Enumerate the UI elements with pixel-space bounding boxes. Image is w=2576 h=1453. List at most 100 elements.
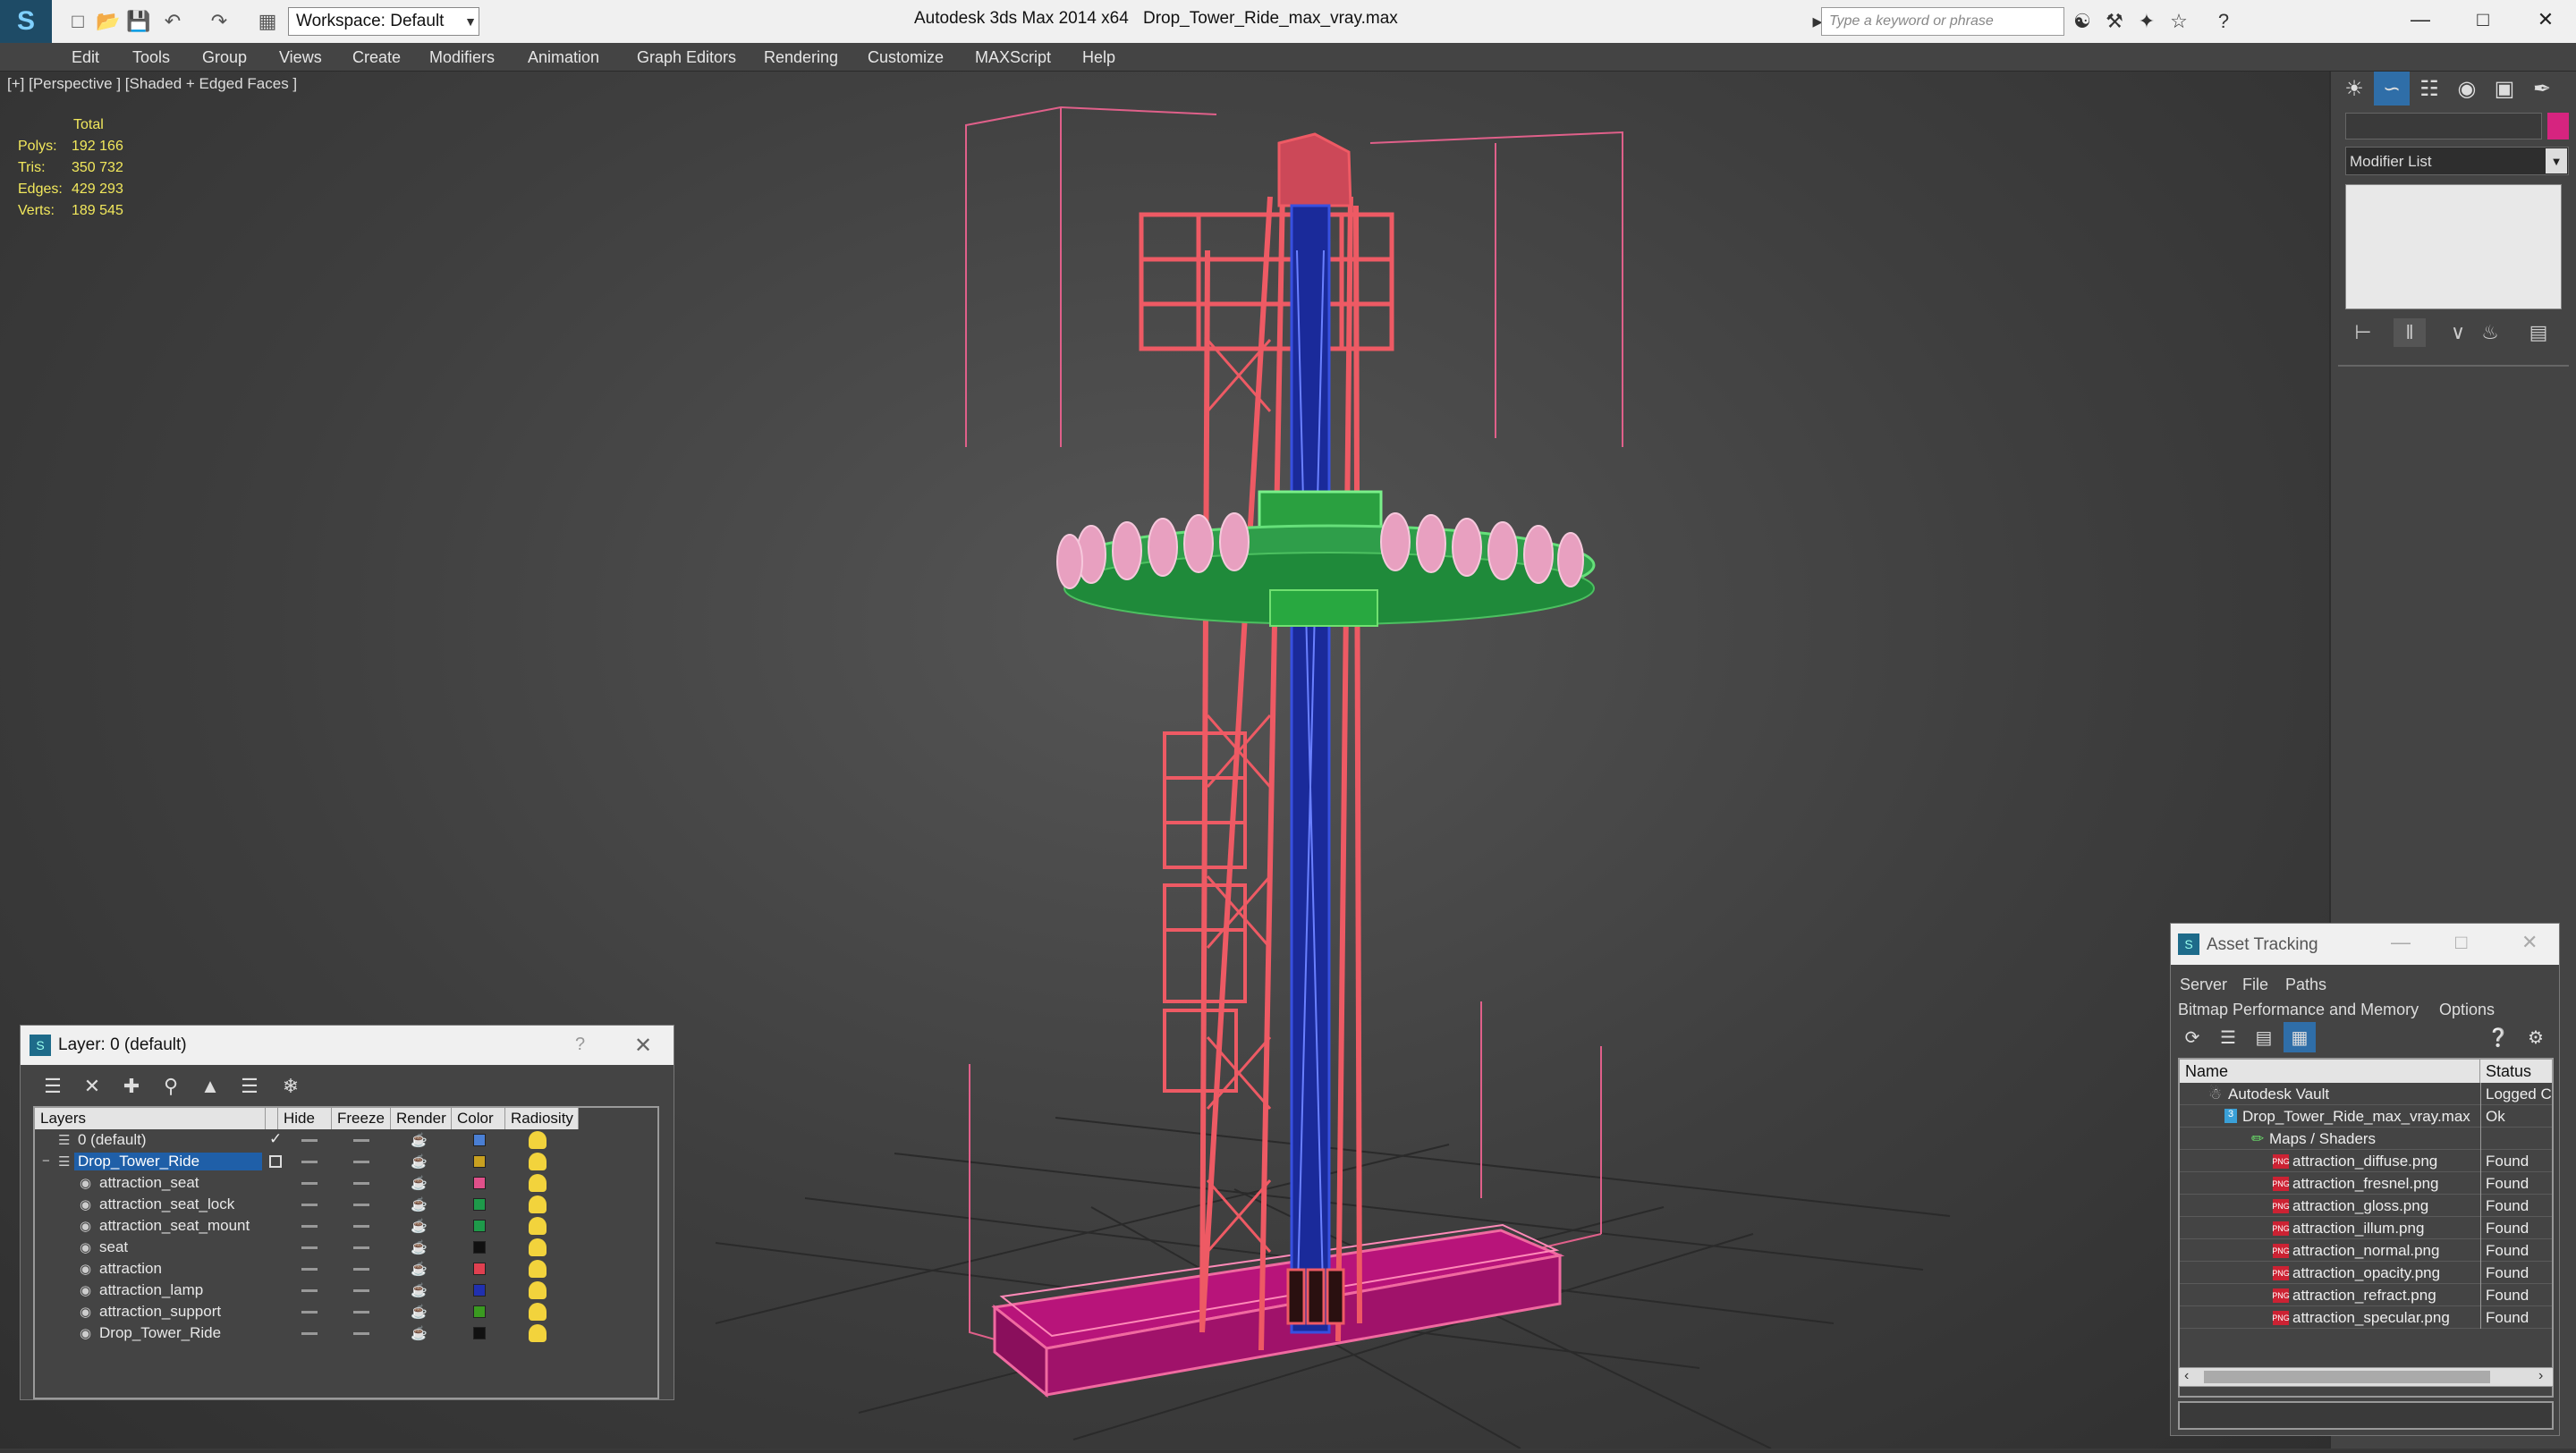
menu-group[interactable]: Group	[202, 48, 247, 67]
asset-row[interactable]: PNG attraction_specular.png Found	[2180, 1306, 2552, 1329]
radiosity-icon[interactable]	[529, 1153, 547, 1170]
menu-maxscript[interactable]: MAXScript	[975, 48, 1051, 67]
render-teapot-icon[interactable]: ☕	[411, 1196, 428, 1212]
object-row[interactable]: ◉ seat ☕	[35, 1237, 577, 1258]
scroll-left-icon[interactable]: ‹	[2184, 1368, 2189, 1384]
freeze-toggle[interactable]	[353, 1161, 369, 1163]
freeze-toggle[interactable]	[353, 1225, 369, 1228]
menu-views[interactable]: Views	[279, 48, 322, 67]
column-name[interactable]: Name	[2180, 1060, 2480, 1083]
menu-graph-editors[interactable]: Graph Editors	[637, 48, 736, 67]
project-folder-icon[interactable]: ▦	[252, 5, 283, 38]
favorites-star-icon[interactable]: ☆	[2163, 5, 2195, 38]
hide-toggle[interactable]	[301, 1225, 318, 1228]
save-file-icon[interactable]: 💾	[123, 5, 154, 38]
render-teapot-icon[interactable]: ☕	[411, 1304, 428, 1320]
freeze-toggle[interactable]	[353, 1139, 369, 1142]
radiosity-icon[interactable]	[529, 1174, 547, 1192]
hide-all-layers-icon[interactable]: ☰	[232, 1070, 267, 1102]
render-teapot-icon[interactable]: ☕	[411, 1132, 428, 1148]
hide-toggle[interactable]	[301, 1182, 318, 1185]
list-view-icon[interactable]: ☰	[2212, 1022, 2244, 1052]
scroll-thumb[interactable]	[2204, 1371, 2490, 1383]
menu-edit[interactable]: Edit	[72, 48, 99, 67]
hide-toggle[interactable]	[301, 1289, 318, 1292]
vault-help-icon[interactable]: ❔	[2482, 1022, 2514, 1052]
chevron-down-icon[interactable]: ▼	[462, 7, 479, 36]
chevron-down-icon[interactable]: ▼	[2546, 148, 2567, 173]
viewport-label[interactable]: [+] [Perspective ] [Shaded + Edged Faces…	[7, 75, 297, 93]
freeze-toggle[interactable]	[353, 1268, 369, 1271]
freeze-toggle[interactable]	[353, 1204, 369, 1206]
object-row[interactable]: ◉ attraction_seat_lock ☕	[35, 1194, 577, 1215]
motion-tab-icon[interactable]: ◉	[2449, 72, 2485, 106]
asset-window-titlebar[interactable]: S Asset Tracking — □ ✕	[2171, 924, 2559, 965]
hide-toggle[interactable]	[301, 1161, 318, 1163]
layer-color-swatch[interactable]	[473, 1220, 486, 1232]
radiosity-icon[interactable]	[529, 1195, 547, 1213]
new-file-icon[interactable]: □	[63, 5, 93, 38]
layer-row[interactable]: ☰ 0 (default) ✓ ☕	[35, 1129, 577, 1151]
freeze-toggle[interactable]	[353, 1182, 369, 1185]
asset-row[interactable]: 3 Drop_Tower_Ride_max_vray.max Ok	[2180, 1105, 2552, 1128]
object-row[interactable]: ◉ attraction_seat_mount ☕	[35, 1215, 577, 1237]
column-hide[interactable]: Hide	[278, 1108, 332, 1129]
object-row[interactable]: ◉ attraction_support ☕	[35, 1301, 577, 1322]
asset-row[interactable]: PNG attraction_diffuse.png Found	[2180, 1150, 2552, 1172]
minimize-icon[interactable]: —	[2391, 931, 2411, 954]
column-freeze[interactable]: Freeze	[332, 1108, 391, 1129]
hide-toggle[interactable]	[301, 1332, 318, 1335]
refresh-icon[interactable]: ⟳	[2176, 1022, 2208, 1052]
freeze-toggle[interactable]	[353, 1311, 369, 1314]
open-file-icon[interactable]: 📂	[93, 5, 123, 38]
subscription-icon[interactable]: ⚒	[2098, 5, 2131, 38]
modifier-list-dropdown[interactable]: Modifier List	[2345, 147, 2569, 175]
column-radiosity[interactable]: Radiosity	[505, 1108, 579, 1129]
menu-modifiers[interactable]: Modifiers	[429, 48, 495, 67]
asset-row[interactable]: PNG attraction_illum.png Found	[2180, 1217, 2552, 1239]
layer-color-swatch[interactable]	[473, 1177, 486, 1189]
render-teapot-icon[interactable]: ☕	[411, 1282, 428, 1298]
communication-icon[interactable]: ✦	[2131, 5, 2163, 38]
layer-color-swatch[interactable]	[473, 1327, 486, 1339]
radiosity-icon[interactable]	[529, 1260, 547, 1278]
asset-row[interactable]: ☃ Autodesk Vault Logged C	[2180, 1083, 2552, 1105]
menu-rendering[interactable]: Rendering	[764, 48, 838, 67]
layer-color-swatch[interactable]	[473, 1284, 486, 1297]
freeze-toggle[interactable]	[353, 1246, 369, 1249]
maximize-icon[interactable]: □	[2455, 931, 2467, 954]
menu-options[interactable]: Options	[2439, 1001, 2495, 1019]
radiosity-icon[interactable]	[529, 1131, 547, 1149]
render-teapot-icon[interactable]: ☕	[411, 1218, 428, 1234]
configure-modifier-sets-icon[interactable]: ▤	[2522, 318, 2555, 347]
tree-view-icon[interactable]: ▤	[2248, 1022, 2280, 1052]
current-layer-check-icon[interactable]: ✓	[269, 1130, 282, 1148]
object-row[interactable]: ◉ attraction_lamp ☕	[35, 1280, 577, 1301]
help-icon[interactable]: ?	[575, 1035, 585, 1055]
asset-row[interactable]: PNG attraction_normal.png Found	[2180, 1239, 2552, 1262]
make-unique-icon[interactable]: ∨	[2442, 318, 2474, 347]
menu-create[interactable]: Create	[352, 48, 401, 67]
scroll-right-icon[interactable]: ›	[2538, 1368, 2543, 1384]
create-tab-icon[interactable]: ☀	[2336, 72, 2372, 106]
remove-modifier-icon[interactable]: ♨	[2474, 318, 2506, 347]
freeze-toggle[interactable]	[353, 1332, 369, 1335]
create-layer-icon[interactable]: ☰	[35, 1070, 71, 1102]
modifier-stack[interactable]	[2345, 184, 2562, 309]
redo-icon[interactable]: ↷	[204, 5, 234, 38]
object-name-field[interactable]	[2345, 113, 2542, 139]
column-current[interactable]	[266, 1108, 278, 1129]
undo-icon[interactable]: ↶	[157, 5, 188, 38]
layer-color-swatch[interactable]	[473, 1198, 486, 1211]
object-row[interactable]: ◉ attraction_seat ☕	[35, 1172, 577, 1194]
hide-toggle[interactable]	[301, 1139, 318, 1142]
asset-row[interactable]: PNG attraction_fresnel.png Found	[2180, 1172, 2552, 1195]
asset-row[interactable]: PNG attraction_gloss.png Found	[2180, 1195, 2552, 1217]
asset-row[interactable]: PNG attraction_opacity.png Found	[2180, 1262, 2552, 1284]
layer-color-swatch[interactable]	[473, 1134, 486, 1146]
layer-color-swatch[interactable]	[473, 1155, 486, 1168]
pin-stack-icon[interactable]: ⊢	[2347, 318, 2379, 347]
utilities-tab-icon[interactable]: ✒	[2524, 72, 2560, 106]
close-icon[interactable]: ✕	[634, 1033, 652, 1059]
radiosity-icon[interactable]	[529, 1281, 547, 1299]
